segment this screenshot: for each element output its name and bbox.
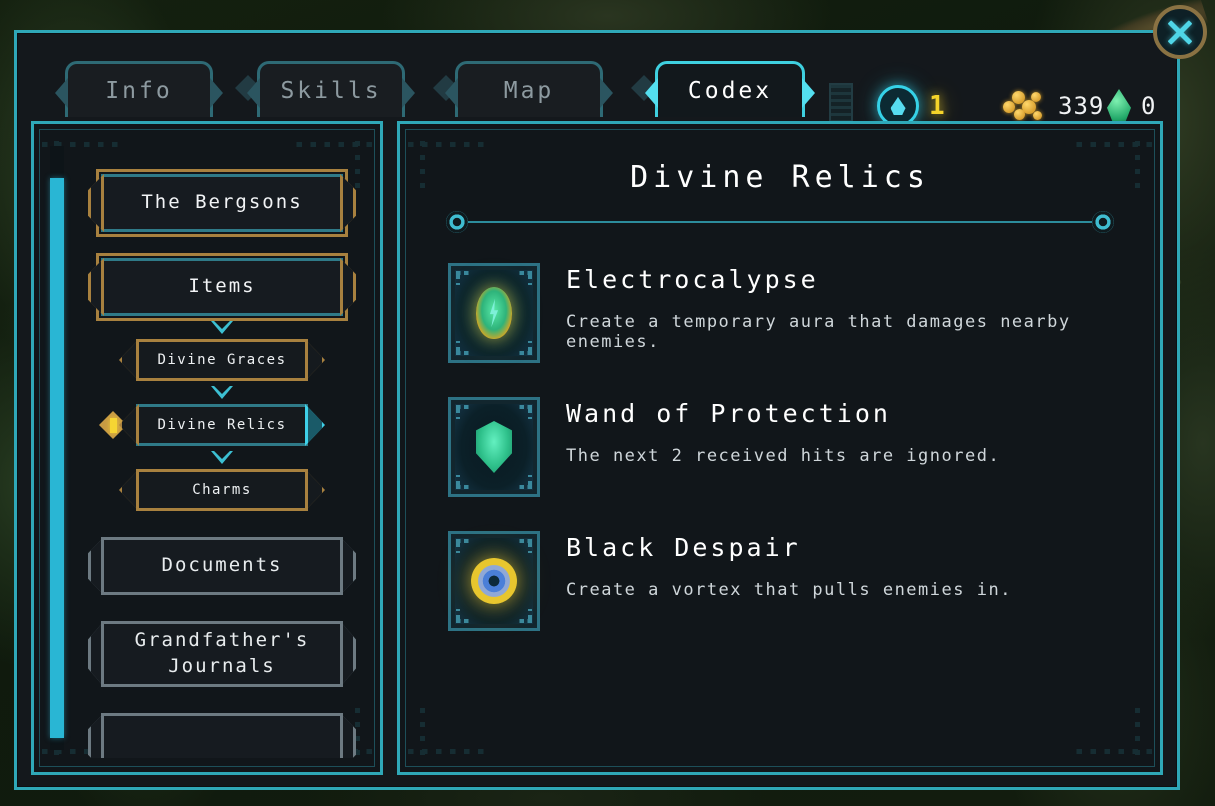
sidebar-item-divine-graces[interactable]: Divine Graces: [119, 339, 325, 381]
list-item[interactable]: Wand of Protection The next 2 received h…: [448, 397, 1160, 497]
sidebar-scrollbar-track[interactable]: [50, 146, 64, 750]
button-edge-left-icon: [88, 537, 104, 595]
tab-wing-right-icon: [600, 78, 613, 108]
currency-gold: 339: [1002, 89, 1104, 123]
tab-map-label: Map: [503, 77, 555, 104]
button-edge-left-icon: [88, 258, 104, 316]
tab-skills-label: Skills: [280, 77, 382, 104]
page-title: Divine Relics: [630, 160, 930, 195]
codex-window: Info Skills Map Codex 1 339 0 The Bergso…: [14, 30, 1180, 790]
tab-wing-right-icon: [210, 78, 223, 108]
sidebar-item-charms[interactable]: Charms: [119, 469, 325, 511]
currency-souls-value: 1: [929, 91, 946, 121]
relic-name: Wand of Protection: [566, 399, 891, 428]
relic-description: Create a vortex that pulls enemies in.: [566, 580, 1012, 600]
title-divider: [446, 211, 1114, 233]
tab-map[interactable]: Map: [445, 61, 613, 117]
menu-spacer: [80, 687, 364, 713]
tab-wing-right-icon: [802, 78, 815, 108]
button-edge-left-icon: [119, 339, 139, 381]
green-gem-icon: [1107, 89, 1131, 123]
menu-spacer: [80, 595, 364, 621]
codex-sidebar: The Bergsons Items Divine Graces Divine …: [31, 121, 383, 775]
content-area: The Bergsons Items Divine Graces Divine …: [31, 121, 1163, 775]
tab-skills[interactable]: Skills: [247, 61, 415, 117]
tab-wing-left-icon: [55, 78, 68, 108]
currency-gold-value: 339: [1058, 92, 1105, 120]
corner-ornament: [1074, 702, 1152, 764]
sidebar-item-label: Grandfather's Journals: [134, 629, 310, 677]
sidebar-item-label: Divine Graces: [157, 352, 287, 368]
sidebar-item-clipped[interactable]: [88, 713, 356, 758]
relic-name: Black Despair: [566, 533, 801, 562]
divider-endcap-icon: [1092, 211, 1114, 233]
button-edge-right-icon: [340, 174, 356, 232]
list-item[interactable]: Electrocalypse Create a temporary aura t…: [448, 263, 1160, 363]
tab-codex-label: Codex: [687, 77, 773, 104]
currency-gems: 0: [1107, 89, 1156, 123]
chevron-down-icon: [211, 386, 233, 399]
sidebar-item-divine-relics[interactable]: Divine Relics: [99, 404, 325, 446]
menu-spacer: [80, 511, 364, 537]
relic-description: The next 2 received hits are ignored.: [566, 446, 1001, 466]
tab-bar: Info Skills Map Codex 1 339 0: [17, 33, 1177, 139]
sidebar-scrollbar-thumb[interactable]: [50, 178, 64, 738]
button-edge-right-icon: [340, 537, 356, 595]
button-edge-right-icon: [305, 469, 325, 511]
sidebar-item-label: Charms: [192, 482, 252, 498]
sidebar-item-label: The Bergsons: [141, 191, 303, 214]
tab-codex[interactable]: Codex: [645, 61, 815, 117]
sidebar-item-label: Items: [188, 275, 256, 298]
button-edge-left-icon: [88, 713, 104, 758]
chevron-down-icon: [211, 321, 233, 334]
button-edge-right-icon: [305, 339, 325, 381]
shield-relic-icon: [448, 397, 540, 497]
tab-info[interactable]: Info: [55, 61, 223, 117]
button-edge-right-icon: [340, 621, 356, 687]
chevron-down-icon: [211, 451, 233, 464]
sidebar-item-grandfathers-journals[interactable]: Grandfather's Journals: [88, 621, 356, 687]
relic-name: Electrocalypse: [566, 265, 819, 294]
button-edge-right-icon: [340, 258, 356, 316]
button-edge-right-icon: [305, 404, 325, 446]
codex-content-panel: Divine Relics Electrocalypse Create a te…: [397, 121, 1163, 775]
button-edge-left-icon: [88, 174, 104, 232]
gold-coins-icon: [1002, 89, 1048, 123]
divider-line: [468, 221, 1092, 223]
divider-endcap-icon: [446, 211, 468, 233]
button-edge-left-icon: [119, 404, 139, 446]
sidebar-item-items[interactable]: Items: [88, 253, 356, 321]
sidebar-item-label: Documents: [161, 554, 283, 577]
button-edge-right-icon: [340, 713, 356, 758]
sidebar-item-label: Divine Relics: [157, 417, 287, 433]
sidebar-item-the-bergsons[interactable]: The Bergsons: [88, 169, 356, 237]
currency-gems-value: 0: [1141, 92, 1157, 120]
close-button[interactable]: [1153, 5, 1207, 59]
sidebar-menu-list: The Bergsons Items Divine Graces Divine …: [80, 146, 364, 758]
relic-description: Create a temporary aura that damages nea…: [566, 312, 1071, 352]
tab-wing-right-icon: [402, 78, 415, 108]
sidebar-item-documents[interactable]: Documents: [88, 537, 356, 595]
list-item[interactable]: Black Despair Create a vortex that pulls…: [448, 531, 1160, 631]
vortex-eye-relic-icon: [448, 531, 540, 631]
menu-spacer: [80, 232, 364, 258]
button-edge-left-icon: [119, 469, 139, 511]
relic-list: Electrocalypse Create a temporary aura t…: [448, 263, 1160, 631]
corner-ornament: [408, 702, 486, 764]
lightning-bolt-relic-icon: [448, 263, 540, 363]
button-edge-left-icon: [88, 621, 104, 687]
tab-info-label: Info: [105, 77, 173, 104]
